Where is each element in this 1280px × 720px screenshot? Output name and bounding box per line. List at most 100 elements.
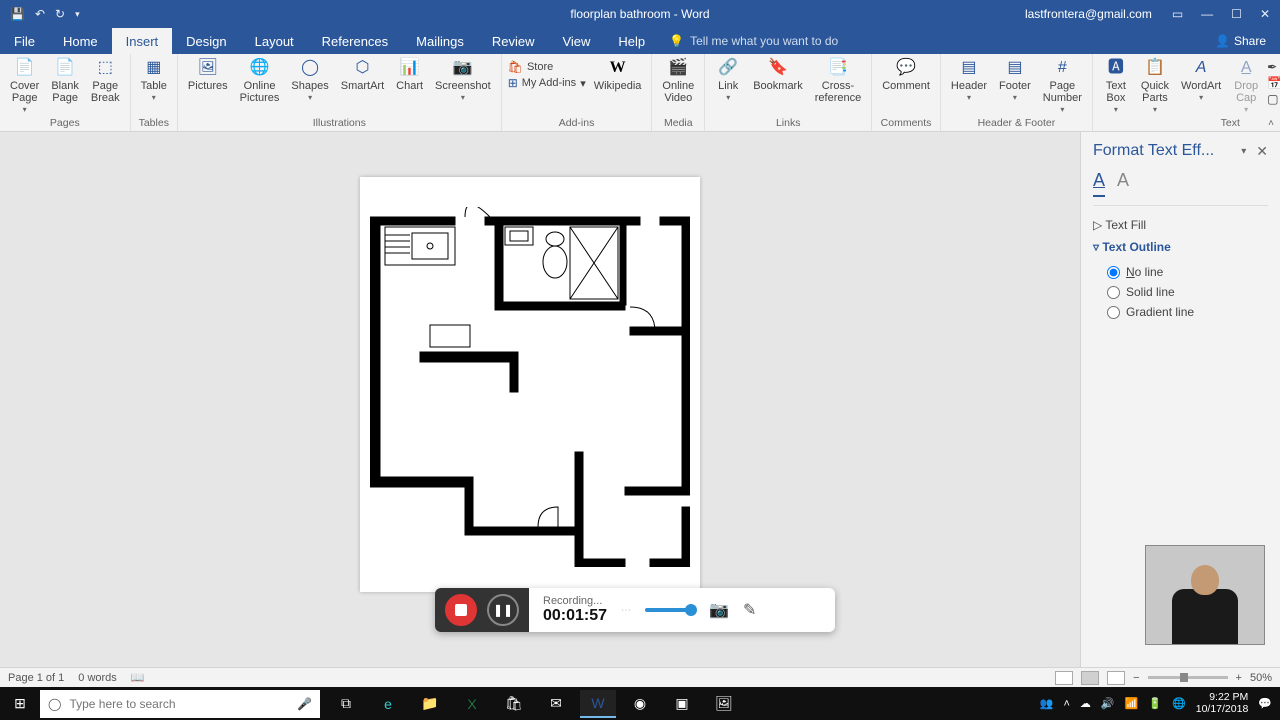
header-button[interactable]: ▤Header▾ xyxy=(947,56,991,103)
people-icon[interactable]: 👥 xyxy=(1040,697,1054,710)
excel-icon[interactable]: X xyxy=(454,690,490,718)
proofing-icon[interactable]: 📖 xyxy=(131,671,145,684)
pictures-button[interactable]: 🖼Pictures xyxy=(184,56,232,92)
tell-me-search[interactable]: 💡 Tell me what you want to do xyxy=(669,28,838,54)
maximize-icon[interactable]: ☐ xyxy=(1231,7,1242,21)
chart-button[interactable]: 📊Chart xyxy=(392,56,427,92)
document-area[interactable] xyxy=(0,132,1080,667)
my-addins-button[interactable]: ⊞My Add-ins ▾ xyxy=(508,76,586,90)
sidepane-close-icon[interactable]: ✕ xyxy=(1256,143,1268,160)
mail-icon[interactable]: ✉ xyxy=(538,690,574,718)
gradient-line-radio[interactable] xyxy=(1107,306,1120,319)
save-icon[interactable]: 💾 xyxy=(10,7,25,21)
zoom-in-button[interactable]: + xyxy=(1236,672,1242,684)
wordart-button[interactable]: AWordArt▾ xyxy=(1177,56,1225,103)
tab-references[interactable]: References xyxy=(308,28,402,54)
zoom-slider[interactable] xyxy=(1148,676,1228,679)
online-pictures-button[interactable]: 🌐Online Pictures xyxy=(236,56,284,104)
smartart-button[interactable]: ⬡SmartArt xyxy=(337,56,388,92)
dropcap-button[interactable]: A̲Drop Cap▾ xyxy=(1229,56,1263,115)
page-number-button[interactable]: #Page Number▾ xyxy=(1039,56,1086,115)
undo-icon[interactable]: ↶ xyxy=(35,7,45,21)
tray-chevron-icon[interactable]: ˄ xyxy=(1063,698,1069,710)
textbox-button[interactable]: 🅰Text Box▾ xyxy=(1099,56,1133,115)
text-fill-section[interactable]: ▷ Text Fill xyxy=(1093,214,1268,236)
text-fill-outline-tab-icon[interactable]: A xyxy=(1093,170,1105,197)
cross-reference-button[interactable]: 📑Cross- reference xyxy=(811,56,865,104)
object-button[interactable]: ▢Object ▾ xyxy=(1267,92,1280,106)
file-explorer-icon[interactable]: 📁 xyxy=(412,690,448,718)
word-count[interactable]: 0 words xyxy=(78,672,117,684)
print-layout-button[interactable] xyxy=(1081,671,1099,685)
web-layout-button[interactable] xyxy=(1107,671,1125,685)
taskbar-search[interactable]: ◯ 🎤 xyxy=(40,690,320,718)
zoom-level[interactable]: 50% xyxy=(1250,672,1272,684)
quickparts-button[interactable]: 📋Quick Parts▾ xyxy=(1137,56,1173,115)
read-mode-button[interactable] xyxy=(1055,671,1073,685)
floorplan-drawing[interactable] xyxy=(370,207,690,567)
date-time-button[interactable]: 📅Date & Time xyxy=(1267,76,1280,90)
tab-help[interactable]: Help xyxy=(604,28,659,54)
screen-recorder-bar[interactable]: ❚❚ Recording... 00:01:57 ⋯ 📷 ✎ xyxy=(435,588,835,632)
close-icon[interactable]: ✕ xyxy=(1260,7,1270,21)
clock[interactable]: 9:22 PM 10/17/2018 xyxy=(1196,692,1249,715)
store-button[interactable]: 🛍Store xyxy=(508,60,586,74)
footer-button[interactable]: ▤Footer▾ xyxy=(995,56,1035,103)
network-icon[interactable]: 📶 xyxy=(1125,697,1139,710)
webcam-toggle-icon[interactable]: 📷 xyxy=(709,600,729,620)
minimize-icon[interactable]: — xyxy=(1201,7,1213,21)
share-button[interactable]: 👤 Share xyxy=(1201,28,1280,54)
photos-icon[interactable]: 🖼 xyxy=(706,690,742,718)
bookmark-button[interactable]: 🔖Bookmark xyxy=(749,56,807,92)
tab-mailings[interactable]: Mailings xyxy=(402,28,478,54)
edge-icon[interactable]: e xyxy=(370,690,406,718)
taskbar-search-input[interactable] xyxy=(69,697,289,711)
notifications-icon[interactable]: 💬 xyxy=(1258,697,1272,710)
stop-record-button[interactable] xyxy=(445,594,477,626)
shapes-button[interactable]: ◯Shapes▾ xyxy=(287,56,332,103)
pause-record-button[interactable]: ❚❚ xyxy=(487,594,519,626)
tab-view[interactable]: View xyxy=(548,28,604,54)
task-view-icon[interactable]: ⧉ xyxy=(328,690,364,718)
zoom-out-button[interactable]: − xyxy=(1133,672,1139,684)
comment-button[interactable]: 💬Comment xyxy=(878,56,934,92)
app-icon[interactable]: ▣ xyxy=(664,690,700,718)
no-line-radio[interactable] xyxy=(1107,266,1120,279)
signature-line-button[interactable]: ✒Signature Line ▾ xyxy=(1267,60,1280,74)
tab-design[interactable]: Design xyxy=(172,28,240,54)
solid-line-radio[interactable] xyxy=(1107,286,1120,299)
mic-icon[interactable]: 🎤 xyxy=(297,697,312,711)
text-outline-section[interactable]: ▿ Text Outline xyxy=(1093,236,1268,258)
tab-home[interactable]: Home xyxy=(49,28,112,54)
screenshot-button[interactable]: 📷Screenshot▾ xyxy=(431,56,495,103)
language-icon[interactable]: 🌐 xyxy=(1172,697,1186,710)
collapse-ribbon-icon[interactable]: ˄ xyxy=(1268,118,1274,129)
volume-icon[interactable]: 🔊 xyxy=(1101,697,1115,710)
table-button[interactable]: ▦Table▾ xyxy=(137,56,171,103)
chrome-icon[interactable]: ◉ xyxy=(622,690,658,718)
tab-insert[interactable]: Insert xyxy=(112,28,173,54)
tab-layout[interactable]: Layout xyxy=(241,28,308,54)
cover-page-button[interactable]: 📄Cover Page▾ xyxy=(6,56,43,115)
recorder-slider[interactable] xyxy=(645,608,695,612)
qat-customize-icon[interactable]: ▾ xyxy=(75,9,80,20)
wikipedia-button[interactable]: WWikipedia xyxy=(590,56,646,92)
store-icon[interactable]: 🛍 xyxy=(496,690,532,718)
page-break-button[interactable]: ⬚Page Break xyxy=(87,56,124,104)
onedrive-icon[interactable]: ☁ xyxy=(1080,697,1091,710)
text-effects-tab-icon[interactable]: A xyxy=(1117,170,1129,197)
sidepane-menu-icon[interactable]: ▾ xyxy=(1241,146,1246,157)
annotate-icon[interactable]: ✎ xyxy=(743,600,756,620)
word-icon[interactable]: W xyxy=(580,690,616,718)
tab-review[interactable]: Review xyxy=(478,28,549,54)
page-indicator[interactable]: Page 1 of 1 xyxy=(8,672,64,684)
blank-page-button[interactable]: 📄Blank Page xyxy=(47,56,83,104)
ribbon-display-icon[interactable]: ▭ xyxy=(1172,7,1183,21)
account-email[interactable]: lastfrontera@gmail.com xyxy=(1025,7,1152,21)
redo-icon[interactable]: ↻ xyxy=(55,7,65,21)
battery-icon[interactable]: 🔋 xyxy=(1148,697,1162,710)
tab-file[interactable]: File xyxy=(0,28,49,54)
link-button[interactable]: 🔗Link▾ xyxy=(711,56,745,103)
online-video-button[interactable]: 🎬Online Video xyxy=(658,56,698,104)
webcam-preview[interactable] xyxy=(1145,545,1265,645)
